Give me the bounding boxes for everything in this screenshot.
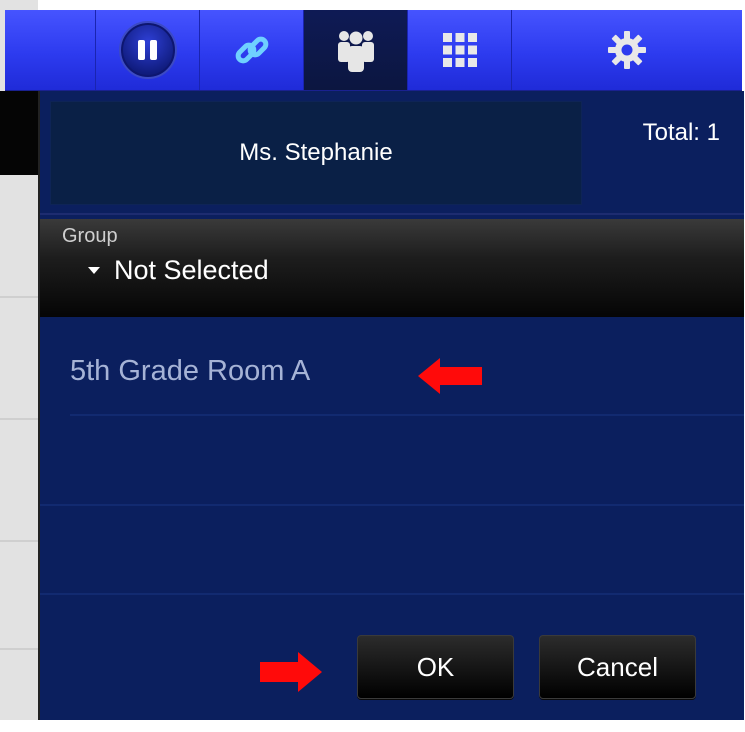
- background-row-divider: [0, 296, 38, 298]
- pause-icon: [118, 21, 177, 79]
- link-icon: [235, 36, 268, 64]
- student-name-box: Ms. Stephanie: [50, 101, 582, 205]
- group-dropdown[interactable]: Not Selected: [88, 255, 269, 286]
- top-edge: [0, 0, 745, 10]
- background-row-divider: [0, 540, 38, 542]
- list-divider: [40, 504, 744, 506]
- group-assignment-dialog: Ms. Stephanie Total: 1 Group Not Selecte…: [38, 91, 744, 720]
- toolbar-link-button[interactable]: [200, 10, 304, 90]
- background-row-divider: [0, 648, 38, 650]
- background-header-strip: [0, 91, 38, 175]
- toolbar-spacer: [5, 10, 96, 90]
- group-list-item[interactable]: 5th Grade Room A: [70, 355, 744, 415]
- grid-icon: [442, 33, 477, 67]
- background-row-divider: [0, 418, 38, 420]
- student-name: Ms. Stephanie: [239, 139, 393, 166]
- list-divider: [70, 414, 744, 416]
- group-label: Group: [62, 225, 118, 247]
- top-toolbar: [5, 10, 742, 91]
- bottom-edge: [0, 720, 745, 732]
- group-people-icon: [337, 31, 374, 72]
- cancel-button[interactable]: Cancel: [539, 635, 696, 699]
- annotation-arrow-left-icon: [418, 358, 482, 394]
- group-selector[interactable]: Group Not Selected: [40, 219, 744, 317]
- gear-icon: [608, 31, 646, 69]
- group-list-item-label: 5th Grade Room A: [70, 355, 311, 387]
- list-divider: [40, 593, 744, 595]
- toolbar-pause-button[interactable]: [96, 10, 200, 90]
- total-count: Total: 1: [642, 119, 720, 146]
- caret-down-icon: [88, 267, 100, 274]
- toolbar-group-button[interactable]: [304, 10, 408, 90]
- divider: [40, 213, 744, 215]
- group-selected-value: Not Selected: [114, 255, 269, 285]
- ok-button[interactable]: OK: [357, 635, 514, 699]
- toolbar-grid-button[interactable]: [408, 10, 512, 90]
- toolbar-settings-button[interactable]: [512, 10, 742, 90]
- annotation-arrow-right-icon: [260, 652, 322, 692]
